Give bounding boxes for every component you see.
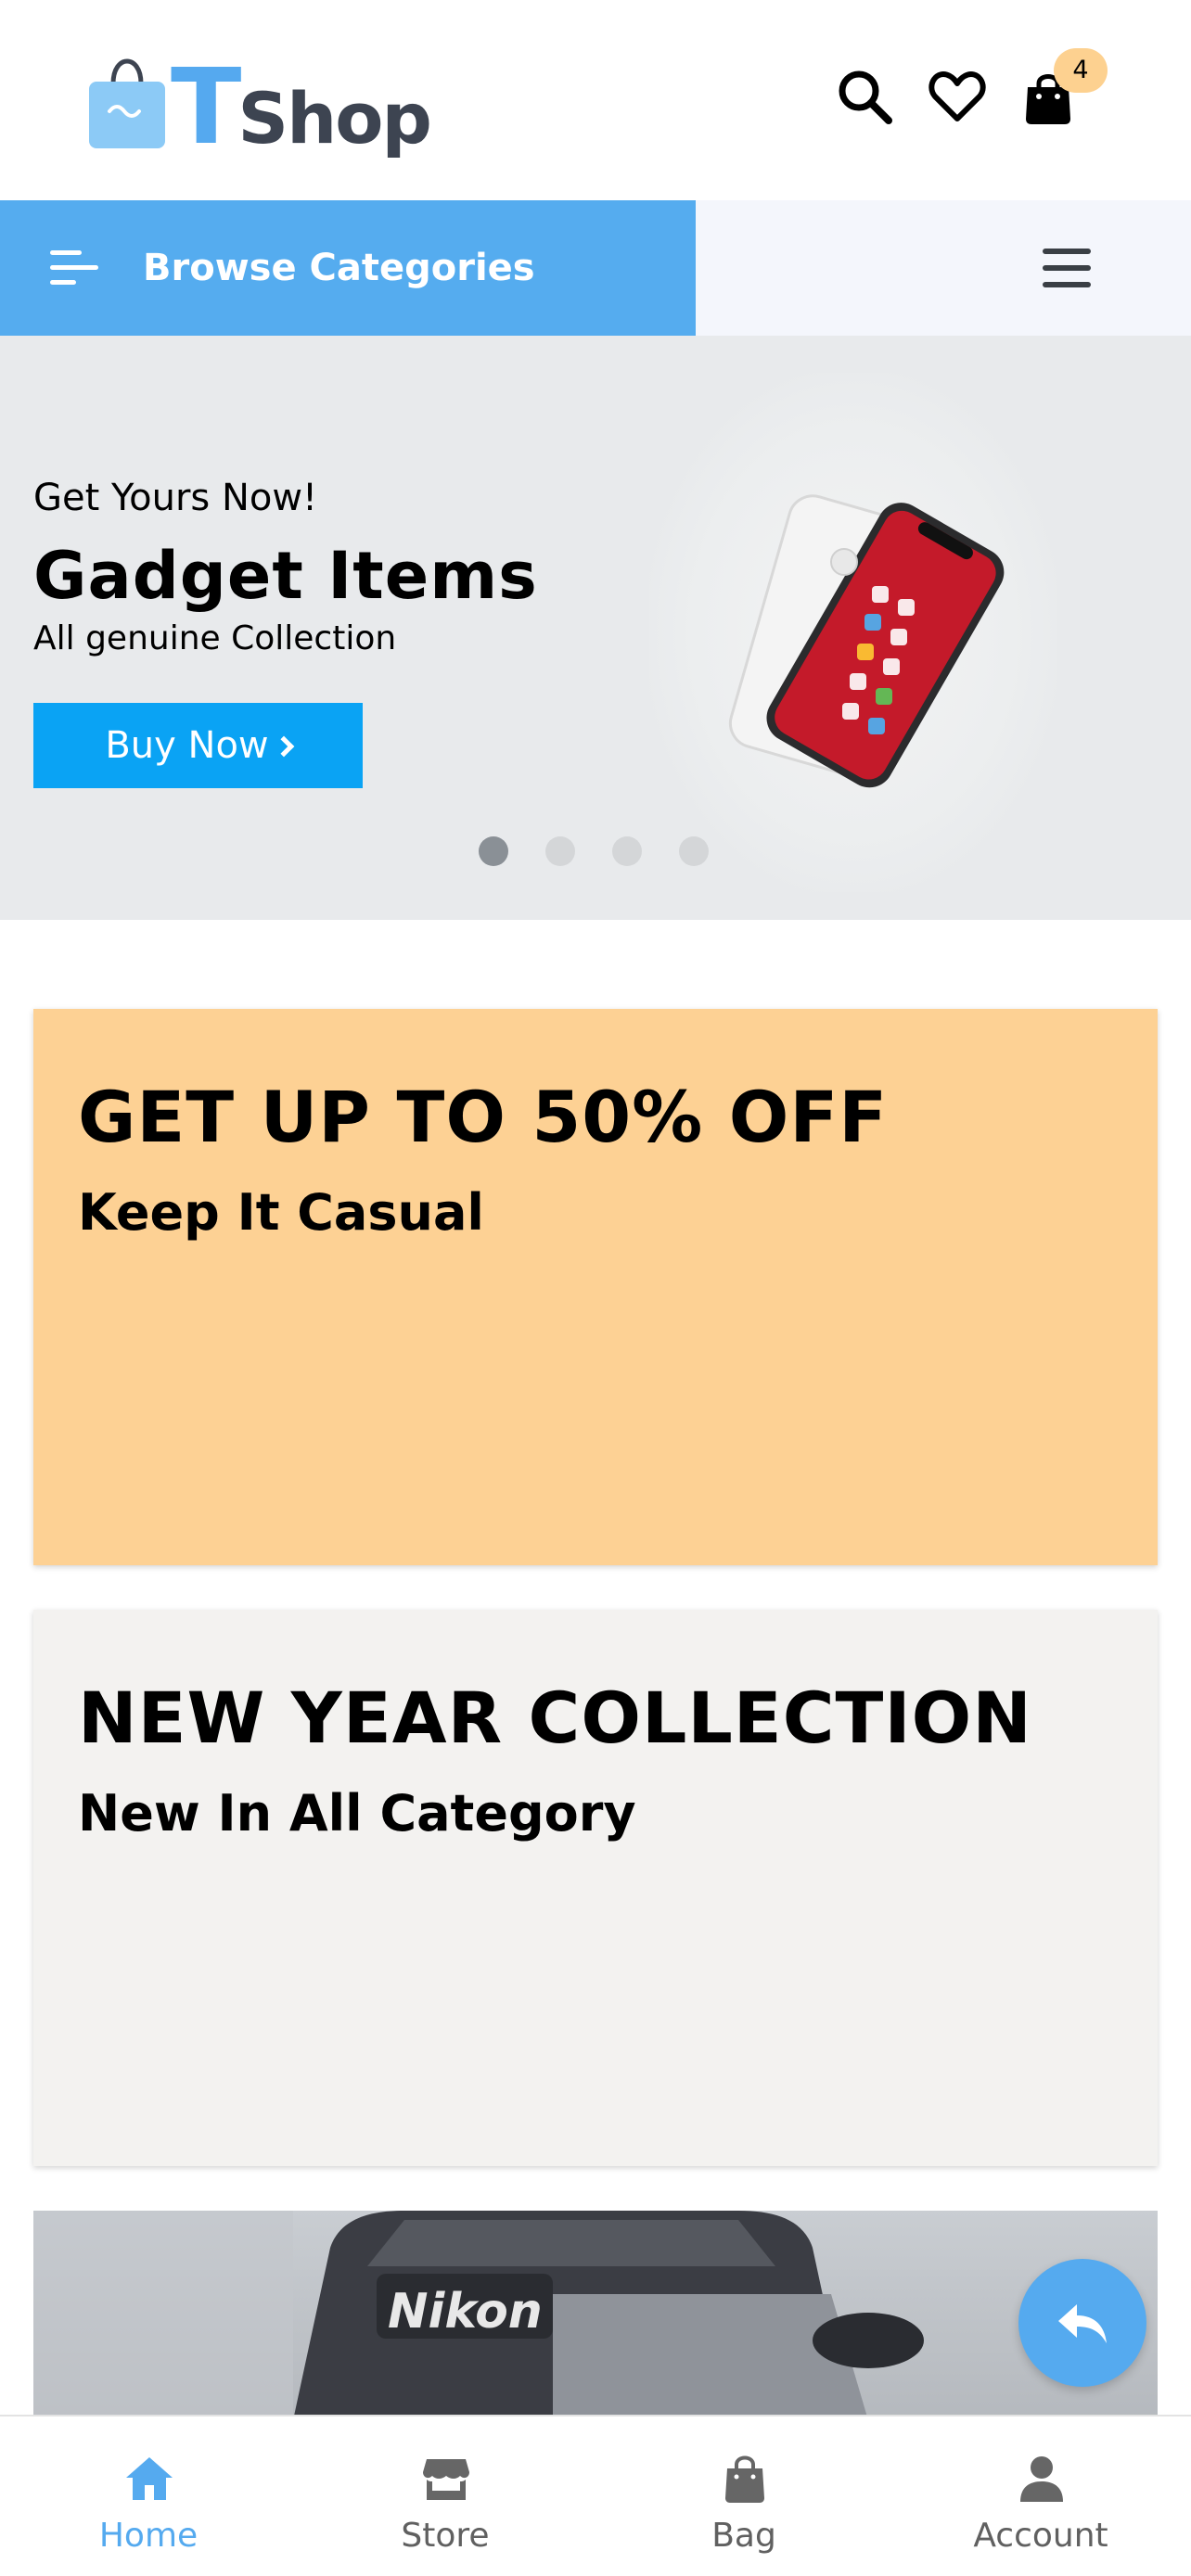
cart-count-badge: 4 — [1054, 48, 1108, 93]
app-header: TShop 4 — [0, 0, 1191, 200]
category-bar: Browse Categories — [0, 200, 1191, 336]
bottom-navigation: Home Store Bag Account — [0, 2415, 1191, 2576]
smartphone-product-image — [728, 494, 1005, 788]
nav-bag[interactable]: Bag — [596, 2417, 892, 2576]
slider-dot-2[interactable] — [545, 836, 575, 866]
hero-eyebrow: Get Yours Now! — [33, 477, 318, 519]
nav-store-label: Store — [401, 2517, 490, 2555]
logo-shop: Shop — [237, 77, 431, 159]
promo-subtitle: New In All Category — [78, 1784, 636, 1843]
nikon-brand-text: Nikon — [388, 2284, 543, 2340]
bag-icon — [725, 2455, 764, 2503]
nav-home[interactable]: Home — [0, 2417, 297, 2576]
logo-wordmark: TShop — [171, 56, 432, 171]
nav-home-label: Home — [98, 2517, 198, 2555]
slider-dot-4[interactable] — [679, 836, 709, 866]
nav-bag-label: Bag — [711, 2517, 776, 2555]
store-icon — [423, 2459, 469, 2500]
reply-fab-button[interactable] — [1018, 2259, 1146, 2387]
slider-dot-3[interactable] — [612, 836, 642, 866]
camera-image: Nikon — [33, 2211, 924, 2420]
promo-title: GET UP TO 50% OFF — [78, 1076, 889, 1158]
hamburger-menu-icon[interactable] — [1041, 245, 1093, 291]
nav-store[interactable]: Store — [297, 2417, 594, 2576]
hero-subtitle: All genuine Collection — [33, 619, 397, 657]
heart-icon[interactable] — [928, 67, 987, 126]
account-icon — [1020, 2456, 1063, 2502]
reply-arrow-icon — [1058, 2304, 1107, 2343]
sort-lines-icon — [50, 250, 98, 285]
slider-dot-1[interactable] — [479, 836, 508, 866]
browse-categories-button[interactable]: Browse Categories — [0, 200, 696, 336]
promo-banner-new-year[interactable]: NEW YEAR COLLECTION New In All Category — [33, 1610, 1158, 2166]
shopping-bag-logo-icon — [89, 58, 165, 148]
hero-slider[interactable]: Get Yours Now! Gadget Items All genuine … — [0, 336, 1191, 920]
nav-account[interactable]: Account — [892, 2417, 1189, 2576]
browse-categories-label: Browse Categories — [143, 247, 535, 289]
chevron-right-icon — [273, 735, 294, 758]
hero-title: Gadget Items — [33, 538, 538, 614]
search-icon[interactable] — [835, 67, 894, 126]
camera-promo-banner[interactable]: Nikon — [33, 2211, 1158, 2420]
buy-now-button[interactable]: Buy Now — [33, 703, 363, 788]
logo-t: T — [171, 47, 241, 168]
promo-title: NEW YEAR COLLECTION — [78, 1677, 1032, 1759]
nav-account-label: Account — [973, 2517, 1108, 2555]
buy-now-label: Buy Now — [105, 724, 269, 767]
home-icon — [126, 2457, 173, 2500]
promo-subtitle: Keep It Casual — [78, 1183, 484, 1242]
promo-banner-sale[interactable]: GET UP TO 50% OFF Keep It Casual — [33, 1009, 1158, 1565]
tshop-logo[interactable]: TShop — [82, 43, 432, 163]
